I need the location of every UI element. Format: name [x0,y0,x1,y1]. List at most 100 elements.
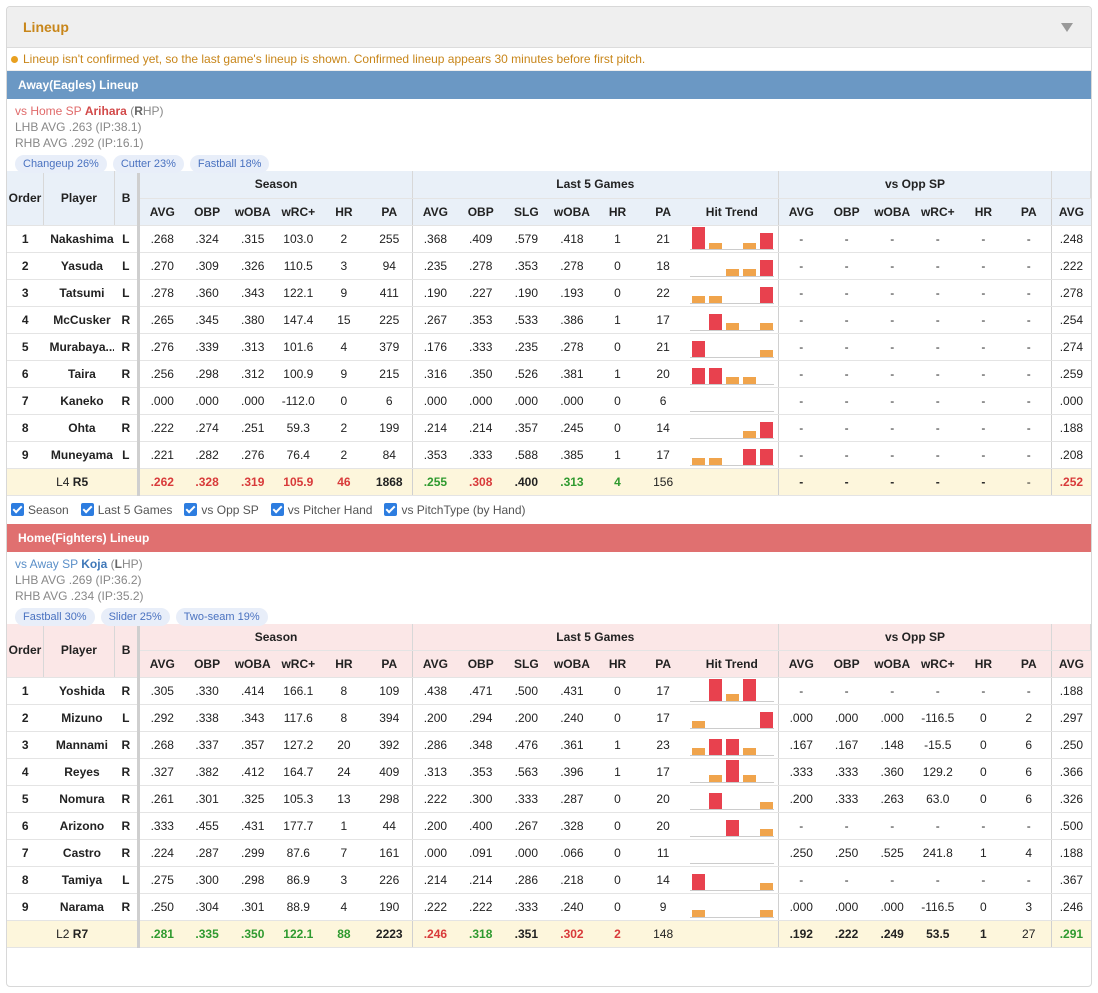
total-trend-cell [685,920,779,948]
bats-hand: L [114,866,139,894]
player-name[interactable]: Yasuda [43,252,115,280]
player-name[interactable]: Taira [43,360,115,388]
table-row[interactable]: 6 Taira R .256.298.312 100.9 9 215.316.350.526… [7,360,1091,388]
player-name[interactable]: Narama [43,893,115,921]
player-name[interactable]: Kaneko [43,387,115,415]
last5-stat: .353 [411,441,458,469]
trend-bar-out [742,242,756,249]
filter-checkbox[interactable]: vs Pitcher Hand [270,503,372,517]
player-name[interactable]: McCusker [43,306,115,334]
total-vs-opp-stat: .222 [823,920,870,948]
table-row[interactable]: 6 Arizono R .333.455.431 177.7 1 44.200.400.26… [7,812,1091,840]
vs-opp-stat: - [777,812,824,840]
table-row[interactable]: 1 Nakashima L .268.324.315 103.0 2 255.368.409… [7,225,1091,253]
last5-stat: .328 [549,812,595,840]
checkbox-checked-icon[interactable] [384,503,398,516]
pitch-pill[interactable]: Cutter 23% [112,155,184,173]
table-row[interactable]: 4 McCusker R .265.345.380 147.4 15 225.267.353… [7,306,1091,334]
season-stat: .265 [137,306,185,334]
checkbox-checked-icon[interactable] [11,503,24,516]
last5-stat: 0 [594,893,641,921]
table-row[interactable]: 1 Yoshida R .305.330.414 166.1 8 109.438.471.5… [7,677,1091,705]
filter-checkbox[interactable]: Last 5 Games [80,503,172,517]
season-stat: .222 [137,414,185,442]
last5-stat: .353 [503,252,550,280]
panel-header[interactable]: Lineup [7,7,1091,48]
table-row[interactable]: 2 Mizuno L .292.338.343 117.6 8 394.200.294.20… [7,704,1091,732]
player-name[interactable]: Arizono [43,812,115,840]
table-row[interactable]: 7 Kaneko R .000.000.000 -112.0 0 6.000.000.000… [7,387,1091,415]
away-sp-rhb: RHB AVG .292 (IP:16.1) [15,136,144,150]
table-row[interactable]: 7 Castro R .224.287.299 87.6 7 161.000.091.000… [7,839,1091,867]
total-season-stat: 2223 [366,920,413,948]
last5-stat: 0 [594,866,641,894]
vs-opp-stat: .263 [869,785,915,813]
checkbox-checked-icon[interactable] [184,503,198,516]
pitch-pill[interactable]: Fastball 30% [15,607,95,626]
table-row[interactable]: 8 Ohta R .222.274.251 59.3 2 199.214.214.357.2… [7,414,1091,442]
vs-opp-stat: - [914,866,961,894]
player-name[interactable]: Mannami [43,731,115,759]
checkbox-checked-icon[interactable] [270,503,284,516]
table-row[interactable]: 9 Muneyama L .221.282.276 76.4 2 84.353.333.58… [7,441,1091,469]
checkbox-label: vs Opp SP [201,502,259,517]
total-vs-opp-stat: 1 [960,920,1007,948]
filter-checkbox[interactable]: vs Opp SP [184,502,259,517]
away-lineup-table: Order Player B Season Last 5 Games vs Opp SP A… [7,171,1091,496]
col-hr: HR [594,198,641,226]
player-name[interactable]: Tatsumi [43,279,115,307]
last5-stat: .533 [503,306,550,334]
filter-checkbox[interactable]: vs PitchType (by Hand) [384,503,526,517]
player-name[interactable]: Muneyama [43,441,115,469]
last5-stat: .091 [457,839,504,867]
table-row[interactable]: 5 Nomura R .261.301.325 105.3 13 298.222.300.3… [7,785,1091,813]
last5-stat: .235 [503,333,550,361]
collapse-icon[interactable] [1061,22,1073,32]
home-sp-name[interactable]: Koja [81,557,107,571]
away-sp-name[interactable]: Arihara [85,104,127,118]
season-stat: .301 [229,893,276,921]
player-name[interactable]: Murabaya... [43,333,115,361]
last5-stat: .286 [411,731,458,759]
table-row[interactable]: 8 Tamiya L .275.300.298 86.9 3 226.214.214.286… [7,866,1091,894]
total-vs-opp-stat: 27 [1006,920,1052,948]
next-stat: .188 [1051,414,1091,442]
vs-opp-stat: .250 [823,839,870,867]
table-row[interactable]: 5 Murabaya... R .276.339.313 101.6 4 379.176.3… [7,333,1091,361]
last5-stat: .200 [411,704,458,732]
last5-stat: .476 [503,731,550,759]
trend-bar-hit [759,421,773,438]
pitch-pill[interactable]: Changeup 26% [15,155,107,173]
total-last5-stat: 4 [594,468,641,496]
last5-stat: 11 [640,839,686,867]
last5-stat: .227 [457,279,504,307]
hit-trend-cell [685,225,779,253]
total-row: L2 R7.281.335.350 122.1 88 2223.246.318.351… [7,920,1091,948]
filter-checkbox[interactable]: Season [11,503,69,517]
player-name[interactable]: Nakashima [43,225,115,253]
table-row[interactable]: 3 Mannami R .268.337.357 127.2 20 392.286.348.… [7,731,1091,759]
pitch-pill[interactable]: Two-seam 19% [175,607,268,626]
table-row[interactable]: 4 Reyes R .327.382.412 164.7 24 409.313.353.56… [7,758,1091,786]
last5-stat: .000 [549,387,595,415]
player-name[interactable]: Reyes [43,758,115,786]
total-last5-stat: .302 [549,920,595,948]
season-stat: 164.7 [275,758,322,786]
player-name[interactable]: Ohta [43,414,115,442]
player-name[interactable]: Mizuno [43,704,115,732]
player-name[interactable]: Yoshida [43,677,115,705]
pitch-pill[interactable]: Slider 25% [100,607,170,626]
player-name[interactable]: Nomura [43,785,115,813]
table-row[interactable]: 3 Tatsumi L .278.360.343 122.1 9 411.190.227.1… [7,279,1091,307]
player-name[interactable]: Tamiya [43,866,115,894]
hit-trend-cell [685,306,779,334]
table-row[interactable]: 9 Narama R .250.304.301 88.9 4 190.222.222.333… [7,893,1091,921]
checkbox-checked-icon[interactable] [80,503,94,516]
total-last5-stat: 148 [640,920,686,948]
batting-order: 8 [7,866,44,894]
player-name[interactable]: Castro [43,839,115,867]
table-row[interactable]: 2 Yasuda L .270.309.326 110.5 3 94.235.278.353… [7,252,1091,280]
pitch-pill[interactable]: Fastball 18% [189,155,270,173]
total-row: L4 R5.262.328.319 105.9 46 1868.255.308.400… [7,468,1091,496]
vs-opp-stat: .167 [823,731,870,759]
